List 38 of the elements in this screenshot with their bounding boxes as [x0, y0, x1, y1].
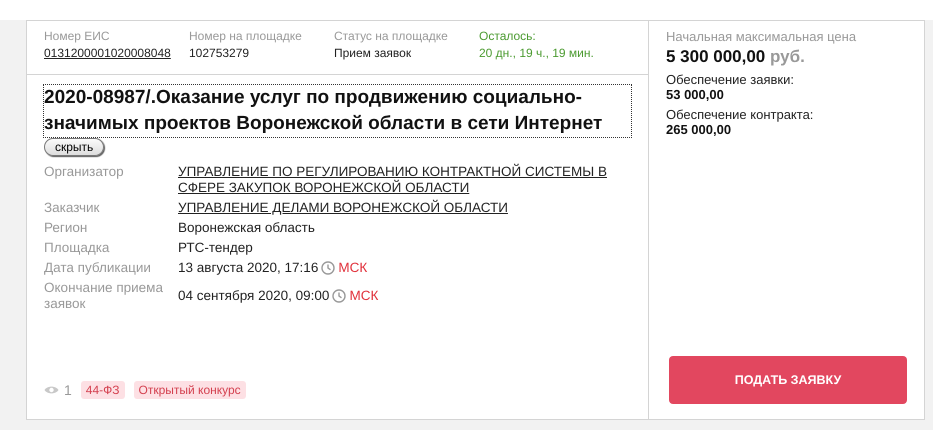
guarantee-value: 53 000,00 — [666, 87, 725, 102]
field-label: Номер на площадке — [189, 29, 303, 43]
detail-label: Регион — [44, 220, 88, 236]
field-value: 20 дн., 19 ч., 19 мин. — [479, 46, 594, 60]
guarantee-label: Обеспечение заявки: — [666, 72, 795, 87]
price-amount: 5 300 000,00 — [666, 47, 766, 66]
view-count: 1 — [64, 382, 72, 398]
detail-link[interactable]: УПРАВЛЕНИЕ ДЕЛАМИ ВОРОНЕЖСКОЙ ОБЛАСТИ — [178, 200, 631, 216]
guarantee-label: Обеспечение контракта: — [666, 107, 814, 122]
detail-label: Площадка — [44, 240, 110, 256]
detail-value: РТС-тендер — [178, 240, 253, 255]
field-value: Прием заявок — [334, 46, 412, 60]
detail-label: Окончание приема заявок — [44, 280, 164, 312]
hide-button[interactable]: скрыть — [44, 138, 104, 156]
clock-icon — [332, 289, 346, 303]
detail-label: Дата публикации — [44, 260, 152, 276]
timezone-label: МСК — [349, 288, 378, 304]
tender-title[interactable]: 2020-08987/.Оказание услуг по продвижению социально-значимых проектов Воронежской области в сети Интернет — [44, 85, 631, 137]
field-label: Номер ЕИС — [44, 29, 111, 43]
field-link[interactable]: 0131200001020008048 — [44, 46, 189, 60]
timezone-label: МСК — [338, 260, 368, 276]
guarantee-value: 265 000,00 — [666, 122, 732, 137]
field-label: Осталось: — [479, 29, 537, 43]
currency-label: руб. — [770, 47, 805, 66]
detail-value: 04 сентября 2020, 09:00 — [178, 288, 330, 304]
tag: Открытый конкурс — [134, 381, 246, 399]
detail-label: Заказчик — [44, 200, 100, 216]
detail-label: Организатор — [44, 164, 125, 181]
clock-icon — [321, 261, 336, 275]
price-label: Начальная максимальная цена — [666, 29, 858, 44]
field-value: 102753279 — [189, 46, 250, 60]
detail-value: Воронежская область — [178, 220, 315, 235]
apply-button[interactable]: ПОДАТЬ ЗАЯВКУ — [669, 356, 907, 404]
detail-link[interactable]: УПРАВЛЕНИЕ ПО РЕГУЛИРОВАНИЮ КОНТРАКТНОЙ СИСТЕМЫ В СФЕРЕ ЗАКУПОК ВОРОНЕЖСКОЙ ОБЛАСТИ — [178, 164, 631, 196]
field-label: Статус на площадке — [334, 29, 449, 43]
detail-value: 13 августа 2020, 17:16 — [178, 260, 318, 276]
tag: 44-ФЗ — [80, 381, 125, 399]
eye-icon — [44, 385, 59, 395]
